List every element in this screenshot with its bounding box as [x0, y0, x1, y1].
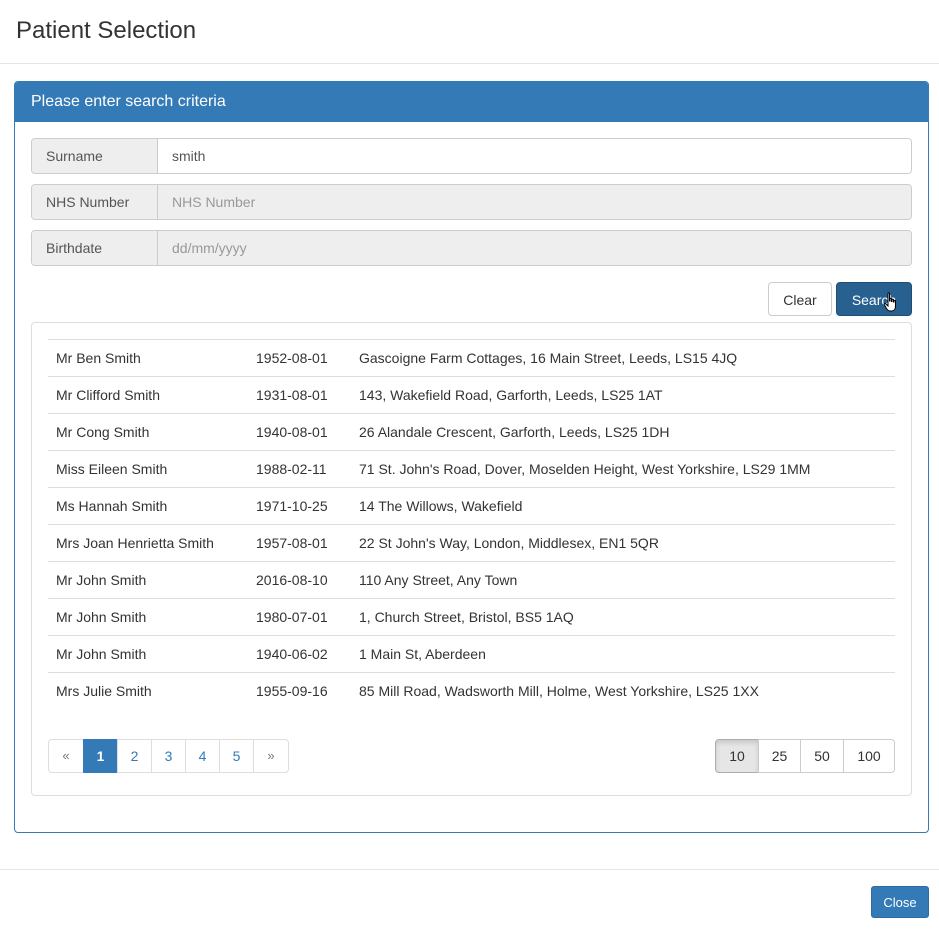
pagination-page-5[interactable]: 5	[219, 739, 254, 773]
page-size-100[interactable]: 100	[843, 739, 895, 773]
patient-birthdate: 1955-09-16	[248, 672, 351, 710]
search-panel: Please enter search criteria Surname NHS…	[14, 81, 929, 833]
nhs-number-input[interactable]	[158, 185, 911, 219]
patient-address: 14 The Willows, Wakefield	[351, 487, 895, 525]
patient-row[interactable]: Mr John Smith 1940-06-02 1 Main St, Aberde…	[48, 635, 895, 673]
patient-row[interactable]: Mr Clifford Smith 1931-08-01 143, Wakefiel…	[48, 376, 895, 414]
pagination-prev[interactable]: «	[48, 739, 84, 773]
patient-birthdate: 1952-08-01	[248, 339, 351, 377]
patient-row[interactable]: Ms Hannah Smith 1971-10-25 14 The Willows,…	[48, 487, 895, 525]
patient-birthdate: 1971-10-25	[248, 487, 351, 525]
pagination-page-4[interactable]: 4	[185, 739, 220, 773]
patient-row[interactable]: Mrs Julie Smith 1955-09-16 85 Mill Road, W…	[48, 672, 895, 710]
nhs-number-label: NHS Number	[32, 185, 158, 219]
patient-address: 1 Main St, Aberdeen	[351, 635, 895, 673]
close-button[interactable]: Close	[871, 886, 929, 918]
patient-row[interactable]: Mrs Joan Henrietta Smith 1957-08-01 22 St …	[48, 524, 895, 562]
patient-name: Mr John Smith	[48, 598, 248, 636]
patient-birthdate: 1957-08-01	[248, 524, 351, 562]
patient-name: Mr Clifford Smith	[48, 376, 248, 414]
patient-results-table: Mr Ben Smith 1952-08-01 Gascoigne Farm Cot…	[48, 339, 895, 710]
patient-address: 1, Church Street, Bristol, BS5 1AQ	[351, 598, 895, 636]
modal-title: Patient Selection	[16, 17, 197, 44]
patient-name: Miss Eileen Smith	[48, 450, 248, 488]
patient-birthdate: 1931-08-01	[248, 376, 351, 414]
birthdate-label: Birthdate	[32, 231, 158, 265]
pagination: « 1 2 3 4 5 »	[48, 739, 289, 773]
hand-pointer-icon	[883, 292, 896, 312]
patient-address: 85 Mill Road, Wadsworth Mill, Holme, Wes…	[351, 672, 895, 710]
patient-birthdate: 1940-06-02	[248, 635, 351, 673]
birthdate-input[interactable]	[158, 231, 911, 265]
page-size-25[interactable]: 25	[758, 739, 801, 773]
patient-row[interactable]: Mr John Smith 1980-07-01 1, Church Street,…	[48, 598, 895, 636]
surname-input-group: Surname	[31, 138, 912, 174]
modal-footer	[0, 869, 939, 929]
modal-header: Patient Selection	[0, 0, 939, 64]
patient-address: 110 Any Street, Any Town	[351, 561, 895, 599]
page-size-10[interactable]: 10	[715, 739, 759, 773]
results-panel: Mr Ben Smith 1952-08-01 Gascoigne Farm Cot…	[31, 322, 912, 796]
birthdate-input-group: Birthdate	[31, 230, 912, 266]
patient-row[interactable]: Miss Eileen Smith 1988-02-11 71 St. John's…	[48, 450, 895, 488]
page-size-50[interactable]: 50	[800, 739, 844, 773]
pagination-page-1[interactable]: 1	[83, 739, 118, 773]
surname-label: Surname	[32, 139, 158, 173]
patient-name: Mrs Julie Smith	[48, 672, 248, 710]
patient-name: Mr Cong Smith	[48, 413, 248, 451]
clear-button[interactable]: Clear	[768, 282, 832, 316]
patient-name: Mr John Smith	[48, 635, 248, 673]
pagination-next[interactable]: »	[253, 739, 289, 773]
patient-birthdate: 2016-08-10	[248, 561, 351, 599]
patient-birthdate: 1940-08-01	[248, 413, 351, 451]
pagination-page-2[interactable]: 2	[117, 739, 152, 773]
patient-row[interactable]: Mr Cong Smith 1940-08-01 26 Alandale Cresc…	[48, 413, 895, 451]
surname-input[interactable]	[158, 139, 911, 173]
patient-row[interactable]: Mr John Smith 2016-08-10 110 Any Street, A…	[48, 561, 895, 599]
patient-row[interactable]: Mr Ben Smith 1952-08-01 Gascoigne Farm Cot…	[48, 339, 895, 377]
patient-address: Gascoigne Farm Cottages, 16 Main Street,…	[351, 339, 895, 377]
patient-name: Mr Ben Smith	[48, 339, 248, 377]
patient-birthdate: 1988-02-11	[248, 450, 351, 488]
patient-address: 71 St. John's Road, Dover, Moselden Heig…	[351, 450, 895, 488]
patient-name: Ms Hannah Smith	[48, 487, 248, 525]
patient-address: 22 St John's Way, London, Middlesex, EN1…	[351, 524, 895, 562]
patient-name: Mr John Smith	[48, 561, 248, 599]
page-size-selector: 10 25 50 100	[715, 739, 895, 773]
pagination-page-3[interactable]: 3	[151, 739, 186, 773]
patient-birthdate: 1980-07-01	[248, 598, 351, 636]
patient-address: 143, Wakefield Road, Garforth, Leeds, LS…	[351, 376, 895, 414]
patient-address: 26 Alandale Crescent, Garforth, Leeds, L…	[351, 413, 895, 451]
search-panel-heading: Please enter search criteria	[15, 82, 928, 122]
nhs-number-input-group: NHS Number	[31, 184, 912, 220]
patient-name: Mrs Joan Henrietta Smith	[48, 524, 248, 562]
